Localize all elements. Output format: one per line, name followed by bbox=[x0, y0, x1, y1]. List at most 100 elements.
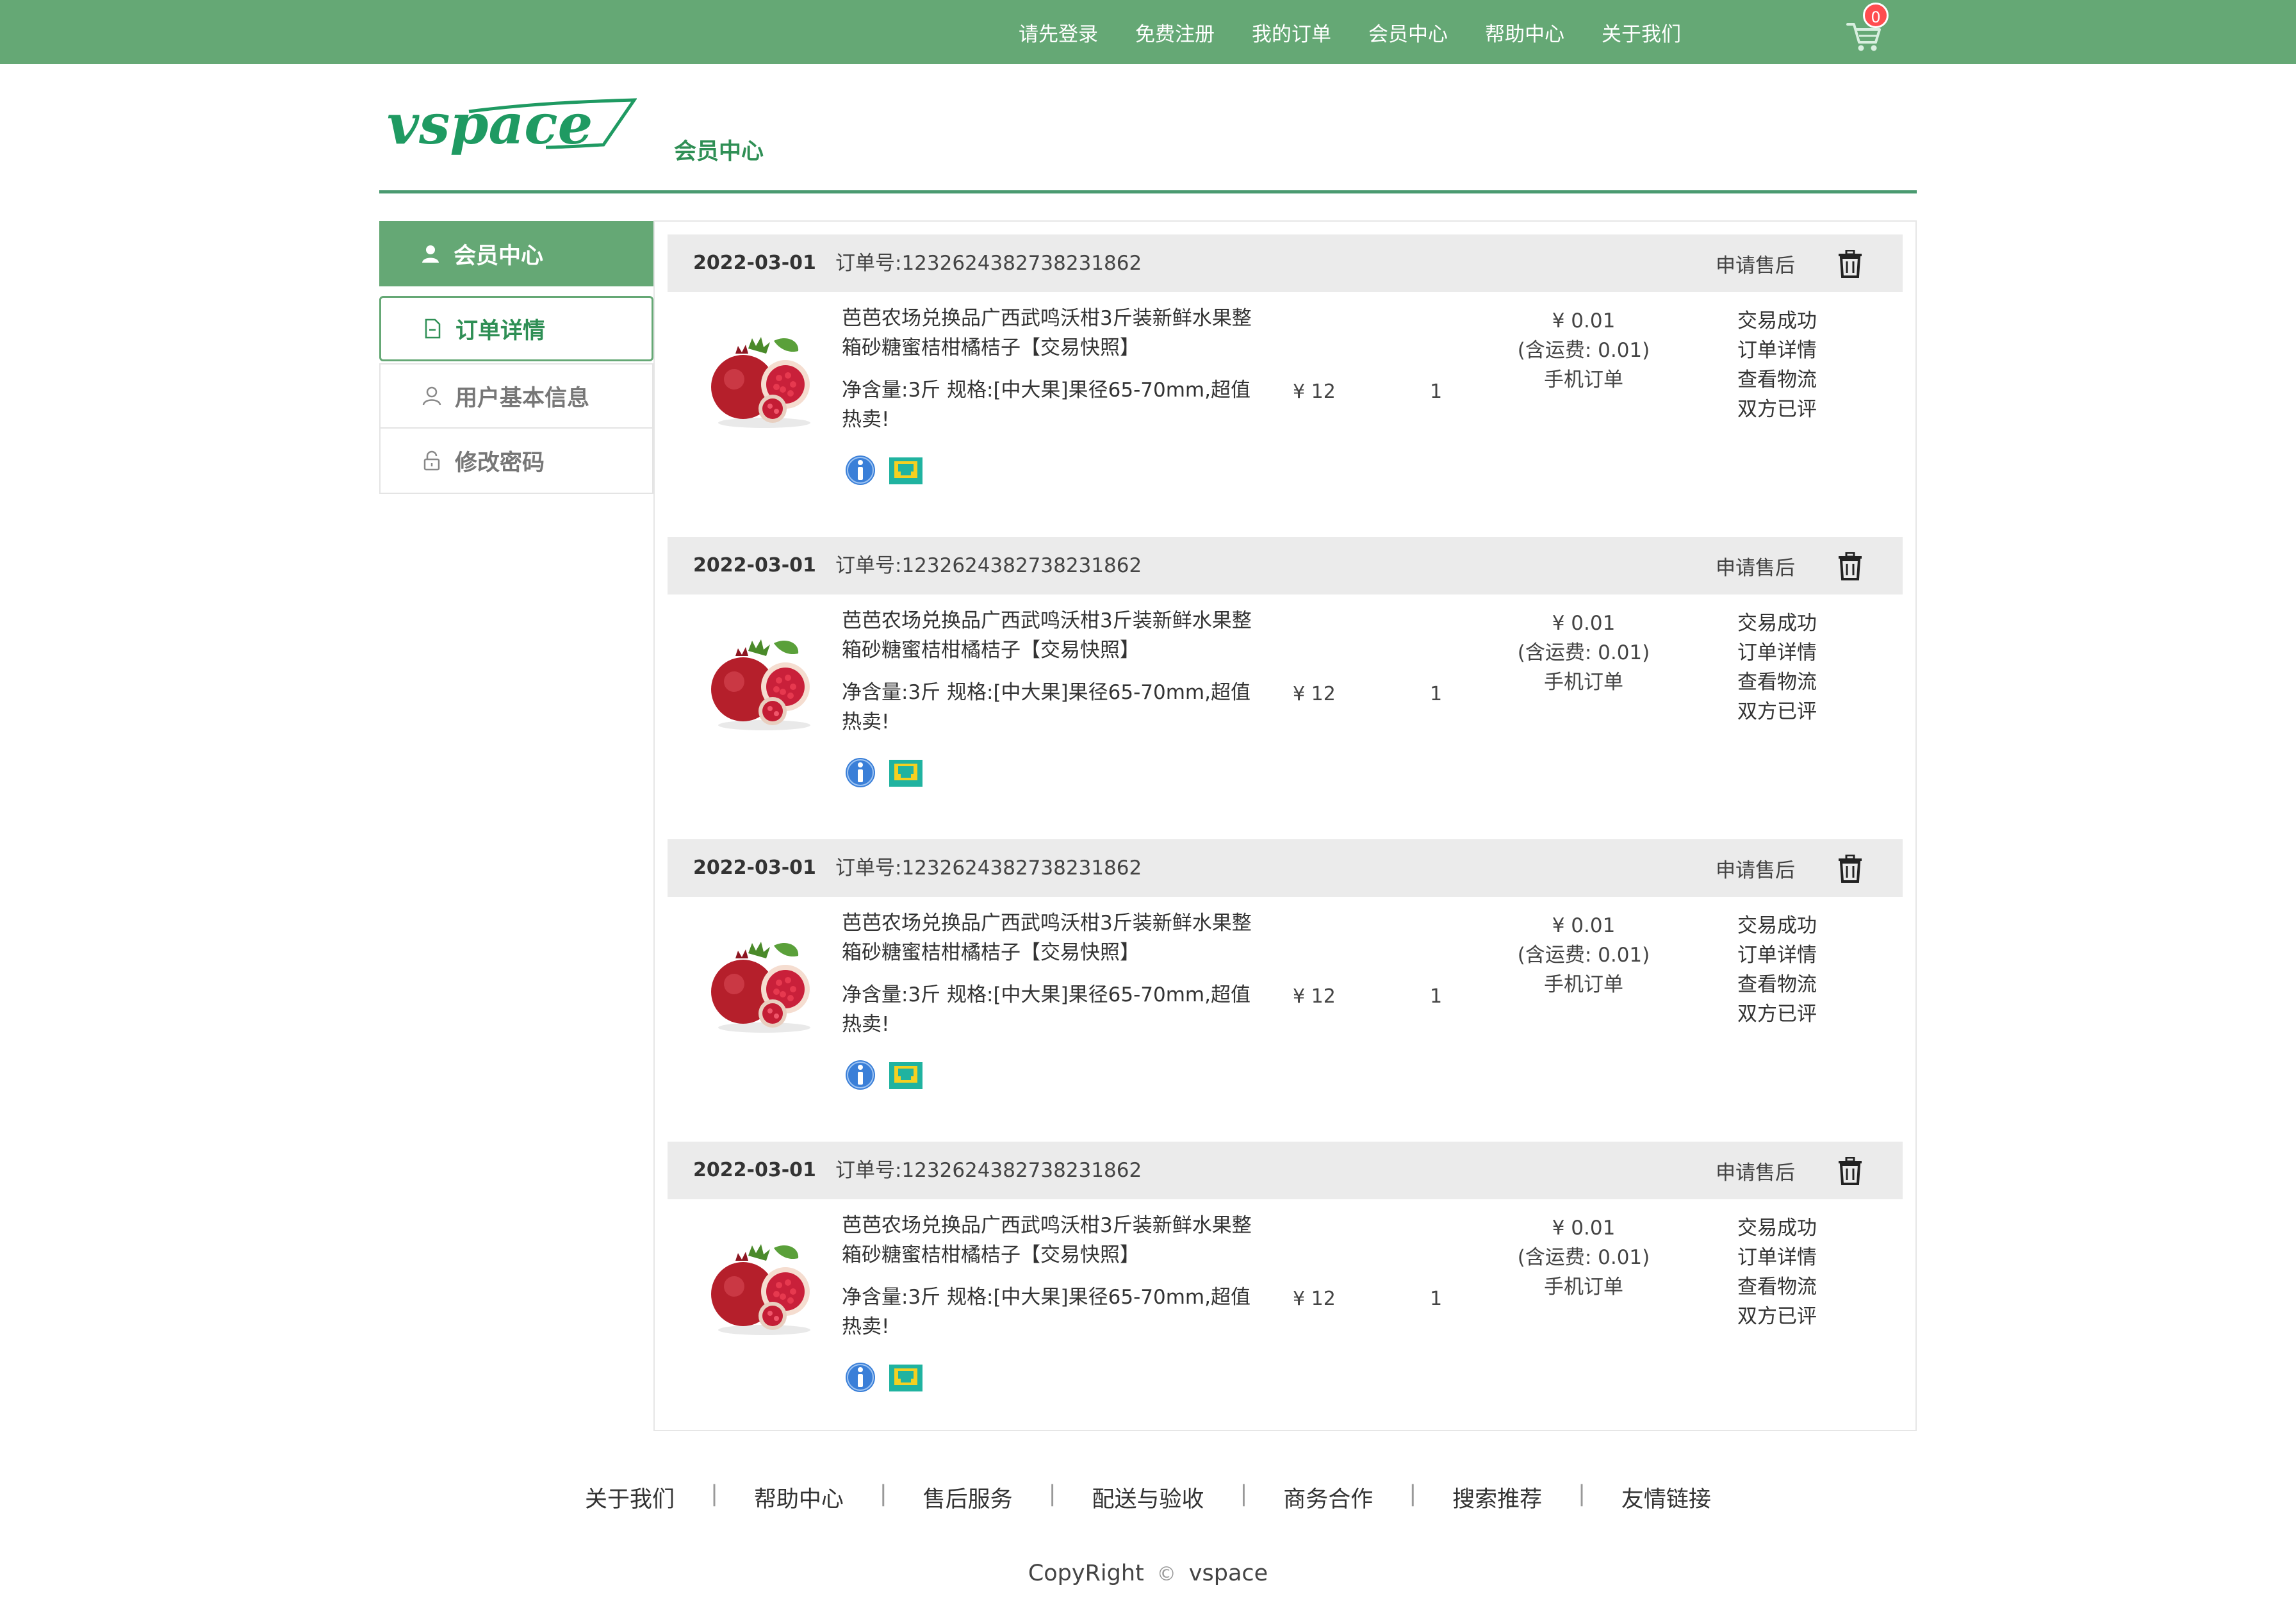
register-link[interactable]: 免费注册 bbox=[1135, 18, 1215, 47]
footer-separator: | bbox=[1409, 1481, 1417, 1507]
help-center-link[interactable]: 帮助中心 bbox=[1485, 18, 1564, 47]
view-logistics-link[interactable]: 查看物流 bbox=[1737, 668, 1817, 697]
order-actions: 交易成功 订单详情 查看物流 双方已评 bbox=[1737, 306, 1817, 424]
unit-price: ¥ 12 bbox=[1293, 683, 1336, 705]
trash-icon[interactable] bbox=[1837, 855, 1863, 883]
order-header: 2022-03-01 订单号:1232624382738231862 申请售后 bbox=[668, 839, 1903, 897]
trade-status: 交易成功 bbox=[1737, 1217, 1817, 1240]
footer-link-friends[interactable]: 友情链接 bbox=[1621, 1481, 1711, 1514]
paid-amount: ¥ 0.01 bbox=[1552, 1217, 1616, 1240]
sidebar-item-order-details[interactable]: 订单详情 bbox=[379, 296, 653, 361]
sidebar-item-change-password[interactable]: 修改密码 bbox=[379, 429, 653, 494]
guarantee-icon[interactable] bbox=[888, 755, 924, 791]
order-actions: 交易成功 订单详情 查看物流 双方已评 bbox=[1737, 609, 1817, 726]
info-icon[interactable] bbox=[844, 1057, 876, 1093]
info-icon[interactable] bbox=[844, 755, 876, 791]
info-icon[interactable] bbox=[844, 452, 876, 488]
order-details-link[interactable]: 订单详情 bbox=[1737, 1243, 1817, 1272]
trash-icon[interactable] bbox=[1837, 1157, 1863, 1185]
after-sale-link[interactable]: 申请售后 bbox=[1716, 237, 1795, 295]
trash-icon[interactable] bbox=[1837, 250, 1863, 278]
unit-price: ¥ 12 bbox=[1293, 1288, 1336, 1310]
order-actions: 交易成功 订单详情 查看物流 双方已评 bbox=[1737, 1213, 1817, 1331]
after-sale-link[interactable]: 申请售后 bbox=[1716, 842, 1795, 899]
footer-link-search[interactable]: 搜索推荐 bbox=[1452, 1481, 1542, 1514]
order-number: 订单号:1232624382738231862 bbox=[835, 252, 1142, 275]
top-nav: 请先登录 免费注册 我的订单 会员中心 帮助中心 关于我们 bbox=[1019, 0, 1718, 64]
order-details-link[interactable]: 订单详情 bbox=[1737, 638, 1817, 668]
trade-status: 交易成功 bbox=[1737, 612, 1817, 635]
order-card: 2022-03-01 订单号:1232624382738231862 申请售后 … bbox=[668, 839, 1903, 1121]
about-us-link[interactable]: 关于我们 bbox=[1602, 18, 1681, 47]
order-source: 手机订单 bbox=[1544, 671, 1623, 694]
sidebar-item-label: 会员中心 bbox=[454, 243, 544, 269]
trade-status: 交易成功 bbox=[1737, 914, 1817, 937]
trash-icon[interactable] bbox=[1837, 552, 1863, 580]
product-spec: 净含量:3斤 规格:[中大果]果径65-70mm,超值热卖! bbox=[842, 983, 1250, 1036]
guarantee-icon[interactable] bbox=[888, 1057, 924, 1093]
quantity: 1 bbox=[1430, 985, 1443, 1008]
shipping-fee: (含运费: 0.01) bbox=[1517, 339, 1650, 362]
product-spec: 净含量:3斤 规格:[中大果]果径65-70mm,超值热卖! bbox=[842, 379, 1250, 431]
sidebar-item-user-info[interactable]: 用户基本信息 bbox=[379, 363, 653, 429]
shipping-fee: (含运费: 0.01) bbox=[1517, 641, 1650, 664]
product-name-link[interactable]: 芭芭农场兑换品广西武鸣沃柑3斤装新鲜水果整箱砂糖蜜桔柑橘桔子【交易快照】 bbox=[842, 1211, 1265, 1270]
footer-link-after-sales[interactable]: 售后服务 bbox=[923, 1481, 1013, 1514]
review-status: 双方已评 bbox=[1737, 700, 1817, 723]
lock-icon bbox=[423, 450, 440, 471]
view-logistics-link[interactable]: 查看物流 bbox=[1737, 365, 1817, 395]
footer-link-delivery[interactable]: 配送与验收 bbox=[1092, 1481, 1204, 1514]
order-card: 2022-03-01 订单号:1232624382738231862 申请售后 … bbox=[668, 1142, 1903, 1423]
service-icons bbox=[844, 755, 935, 791]
payment-info: ¥ 0.01 (含运费: 0.01) 手机订单 bbox=[1481, 1213, 1686, 1302]
order-details-link[interactable]: 订单详情 bbox=[1737, 336, 1817, 365]
footer-link-help[interactable]: 帮助中心 bbox=[754, 1481, 844, 1514]
quantity: 1 bbox=[1430, 683, 1443, 705]
pomegranate-product-image[interactable] bbox=[703, 334, 819, 431]
my-orders-link[interactable]: 我的订单 bbox=[1252, 18, 1331, 47]
sidebar-item-member-center[interactable]: 会员中心 bbox=[379, 221, 653, 286]
after-sale-link[interactable]: 申请售后 bbox=[1716, 539, 1795, 597]
view-logistics-link[interactable]: 查看物流 bbox=[1737, 970, 1817, 999]
user-icon bbox=[422, 245, 439, 263]
guarantee-icon[interactable] bbox=[888, 452, 924, 488]
order-date: 2022-03-01 bbox=[693, 857, 816, 879]
vspace-logo[interactable]: vspace bbox=[386, 92, 637, 158]
unit-price: ¥ 12 bbox=[1293, 381, 1336, 403]
order-date: 2022-03-01 bbox=[693, 252, 816, 274]
order-details-link[interactable]: 订单详情 bbox=[1737, 940, 1817, 970]
product-name-link[interactable]: 芭芭农场兑换品广西武鸣沃柑3斤装新鲜水果整箱砂糖蜜桔柑橘桔子【交易快照】 bbox=[842, 304, 1265, 363]
order-header: 2022-03-01 订单号:1232624382738231862 申请售后 bbox=[668, 234, 1903, 292]
order-number: 订单号:1232624382738231862 bbox=[835, 1159, 1142, 1182]
shipping-fee: (含运费: 0.01) bbox=[1517, 1246, 1650, 1269]
after-sale-link[interactable]: 申请售后 bbox=[1716, 1144, 1795, 1202]
login-link[interactable]: 请先登录 bbox=[1019, 18, 1098, 47]
sidebar-item-label: 用户基本信息 bbox=[455, 385, 590, 411]
footer-separator: | bbox=[1578, 1481, 1586, 1507]
svg-text:vspace: vspace bbox=[387, 92, 593, 157]
product-spec: 净含量:3斤 规格:[中大果]果径65-70mm,超值热卖! bbox=[842, 681, 1250, 734]
paid-amount: ¥ 0.01 bbox=[1552, 309, 1616, 332]
product-name-link[interactable]: 芭芭农场兑换品广西武鸣沃柑3斤装新鲜水果整箱砂糖蜜桔柑橘桔子【交易快照】 bbox=[842, 606, 1265, 665]
info-icon[interactable] bbox=[844, 1359, 876, 1395]
copyright-symbol: © bbox=[1156, 1563, 1176, 1586]
footer-link-about[interactable]: 关于我们 bbox=[585, 1481, 675, 1514]
review-status: 双方已评 bbox=[1737, 1003, 1817, 1026]
pomegranate-product-image[interactable] bbox=[703, 637, 819, 733]
payment-info: ¥ 0.01 (含运费: 0.01) 手机订单 bbox=[1481, 609, 1686, 697]
quantity: 1 bbox=[1430, 381, 1443, 403]
document-icon bbox=[425, 318, 441, 339]
guarantee-icon[interactable] bbox=[888, 1359, 924, 1395]
footer-links: 关于我们 | 帮助中心 | 售后服务 | 配送与验收 | 商务合作 | 搜索推荐… bbox=[0, 1481, 2296, 1514]
product-name-link[interactable]: 芭芭农场兑换品广西武鸣沃柑3斤装新鲜水果整箱砂糖蜜桔柑橘桔子【交易快照】 bbox=[842, 908, 1265, 967]
trade-status: 交易成功 bbox=[1737, 309, 1817, 332]
header-divider bbox=[379, 190, 1917, 193]
footer-link-business[interactable]: 商务合作 bbox=[1283, 1481, 1373, 1514]
view-logistics-link[interactable]: 查看物流 bbox=[1737, 1272, 1817, 1302]
footer-separator: | bbox=[1048, 1481, 1056, 1507]
member-center-link[interactable]: 会员中心 bbox=[1368, 18, 1448, 47]
sidebar-item-label: 订单详情 bbox=[455, 318, 546, 344]
payment-info: ¥ 0.01 (含运费: 0.01) 手机订单 bbox=[1481, 911, 1686, 999]
pomegranate-product-image[interactable] bbox=[703, 939, 819, 1035]
pomegranate-product-image[interactable] bbox=[703, 1242, 819, 1338]
